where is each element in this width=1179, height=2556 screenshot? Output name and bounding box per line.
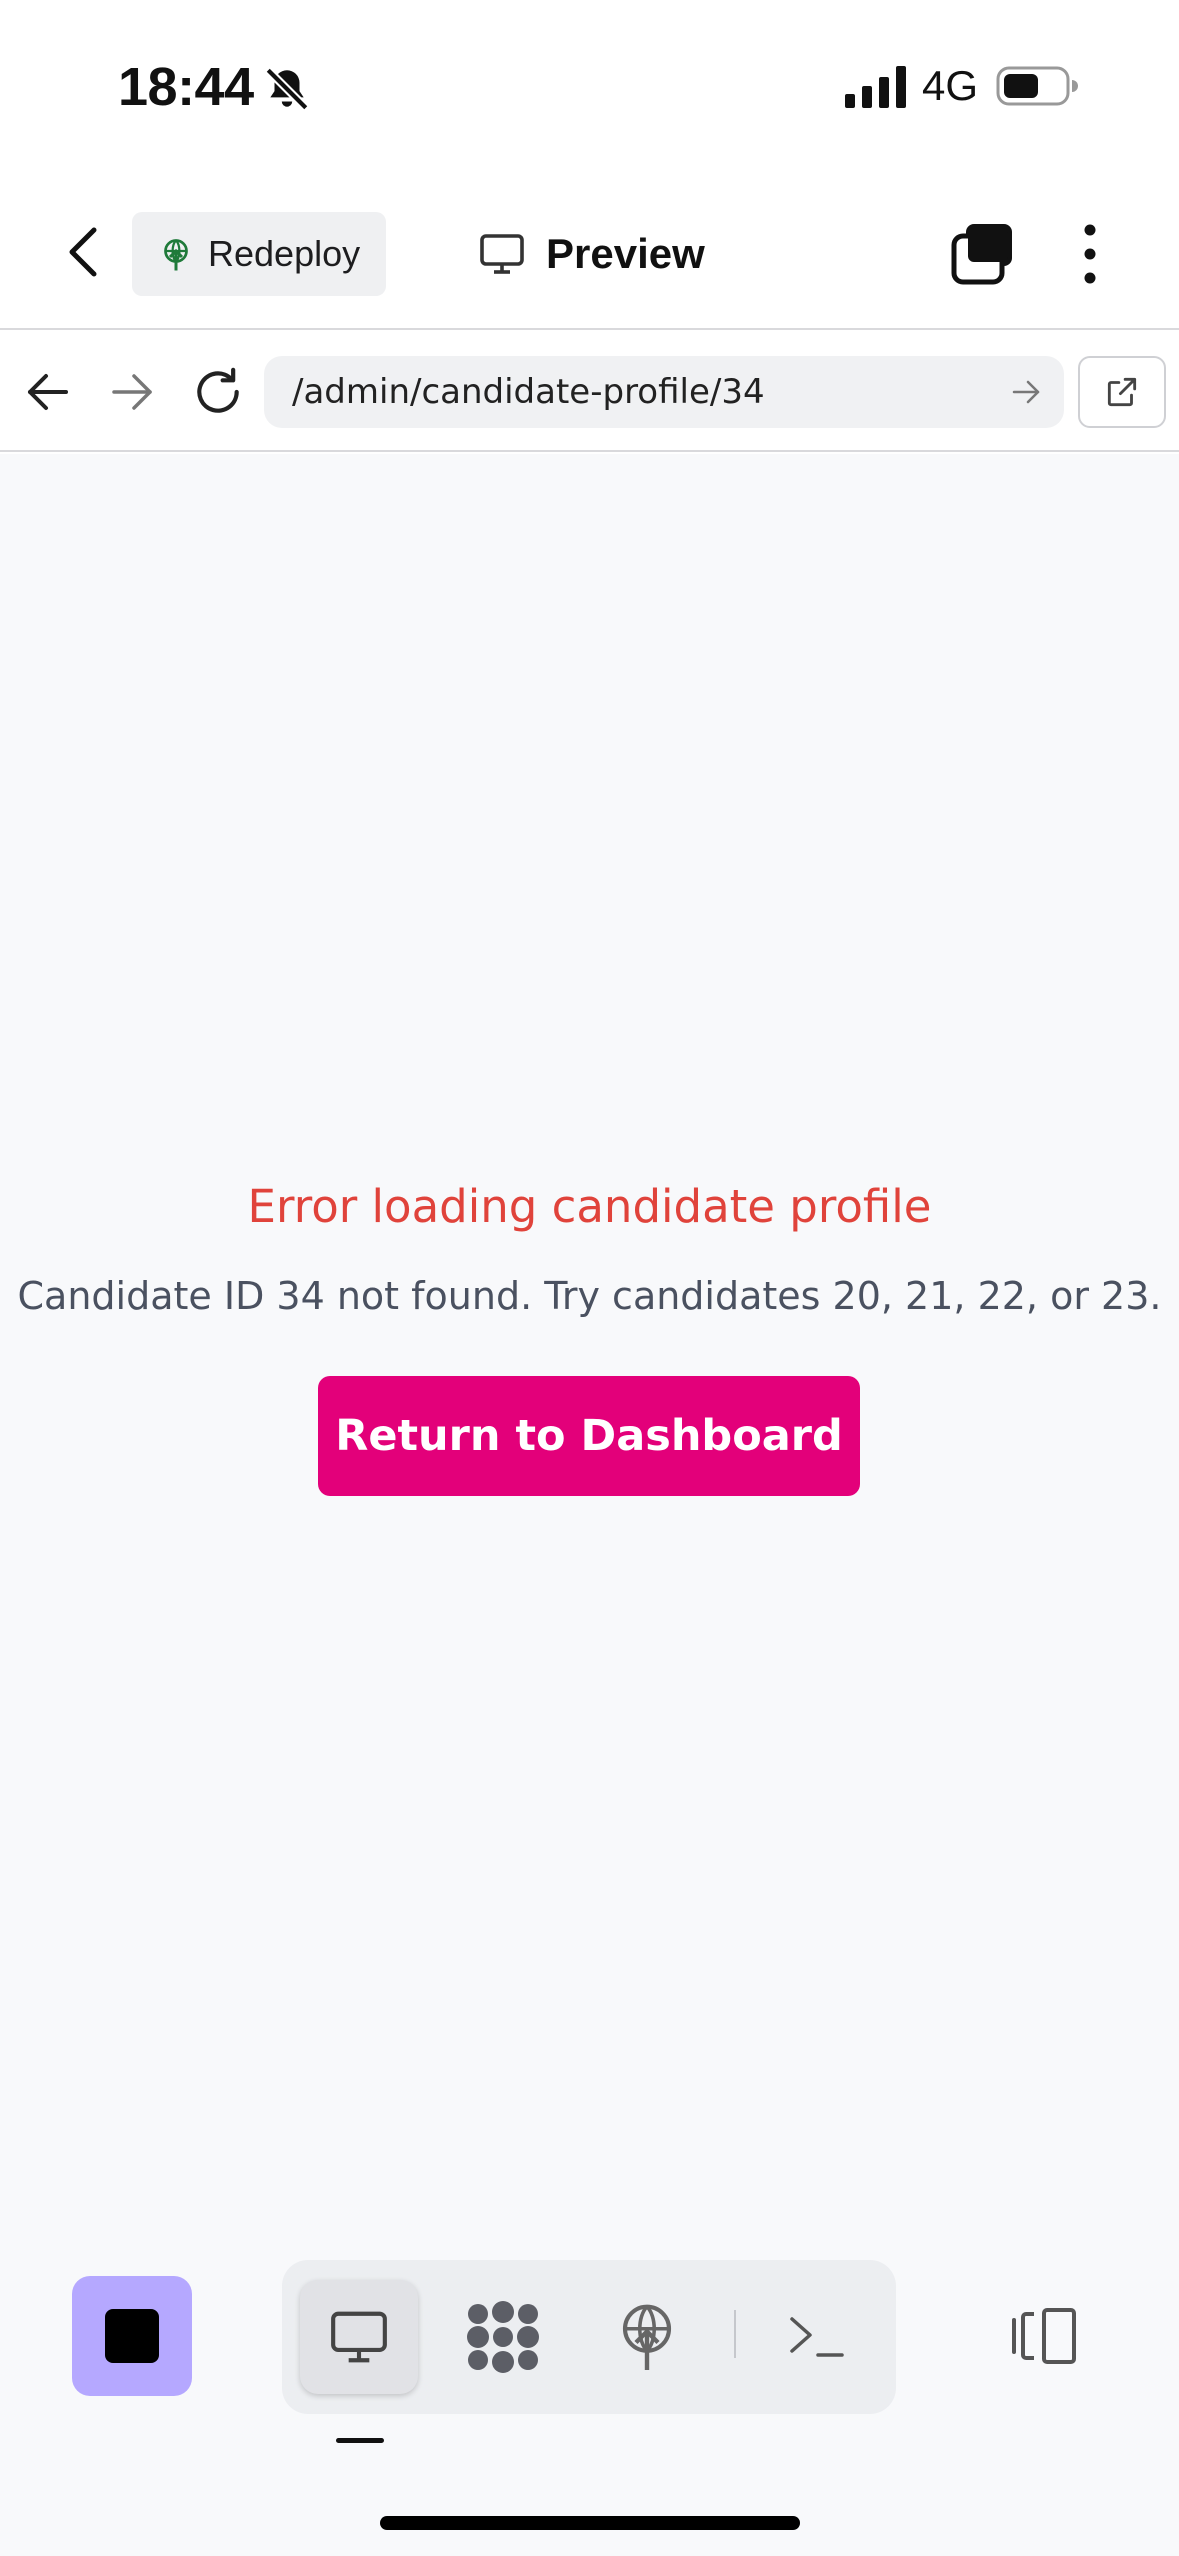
home-indicator[interactable] bbox=[380, 2516, 800, 2530]
active-tab-indicator bbox=[336, 2438, 384, 2443]
status-time: 18:44 bbox=[118, 57, 254, 117]
arrow-left-icon[interactable] bbox=[24, 370, 72, 414]
terminal-tool-button[interactable] bbox=[758, 2280, 876, 2394]
terminal-icon bbox=[790, 2317, 844, 2357]
stop-icon bbox=[105, 2309, 159, 2363]
deploy-tool-button[interactable] bbox=[588, 2280, 706, 2394]
globe-upload-icon bbox=[164, 239, 188, 271]
preview-viewport bbox=[0, 454, 1179, 2254]
more-vertical-icon[interactable] bbox=[1072, 222, 1108, 286]
redeploy-button[interactable]: Redeploy bbox=[132, 212, 386, 296]
go-arrow-icon[interactable] bbox=[1010, 376, 1042, 408]
back-chevron-icon[interactable] bbox=[62, 224, 106, 280]
open-external-button[interactable] bbox=[1078, 356, 1166, 428]
tabs-icon[interactable] bbox=[950, 222, 1016, 286]
redeploy-label: Redeploy bbox=[208, 233, 361, 274]
preview-tab[interactable]: Preview bbox=[478, 224, 705, 284]
return-to-dashboard-button[interactable]: Return to Dashboard bbox=[318, 1376, 860, 1496]
external-link-icon bbox=[1107, 377, 1137, 407]
url-input[interactable]: /admin/candidate-profile/34 bbox=[264, 356, 1064, 428]
globe-upload-icon bbox=[622, 2304, 672, 2370]
reload-icon[interactable] bbox=[190, 364, 246, 420]
split-view-icon[interactable] bbox=[1010, 2306, 1082, 2366]
monitor-icon bbox=[480, 234, 524, 274]
stop-button[interactable] bbox=[72, 2276, 192, 2396]
bell-slash-icon bbox=[265, 67, 309, 111]
arrow-right-icon[interactable] bbox=[108, 370, 156, 414]
status-bar: 18:44 4G bbox=[0, 0, 1179, 170]
database-tool-button[interactable] bbox=[444, 2280, 562, 2394]
error-title: Error loading candidate profile bbox=[247, 1180, 932, 1233]
battery-icon bbox=[996, 66, 1078, 106]
preview-tool-button[interactable] bbox=[300, 2280, 418, 2394]
error-message: Candidate ID 34 not found. Try candidate… bbox=[17, 1274, 1162, 1318]
signal-icon bbox=[845, 66, 906, 108]
toolbar-divider bbox=[734, 2310, 736, 2358]
network-label: 4G bbox=[922, 62, 979, 109]
url-text: /admin/candidate-profile/34 bbox=[292, 372, 765, 412]
monitor-icon bbox=[331, 2311, 387, 2363]
preview-label: Preview bbox=[546, 230, 705, 277]
database-icon bbox=[467, 2301, 539, 2373]
